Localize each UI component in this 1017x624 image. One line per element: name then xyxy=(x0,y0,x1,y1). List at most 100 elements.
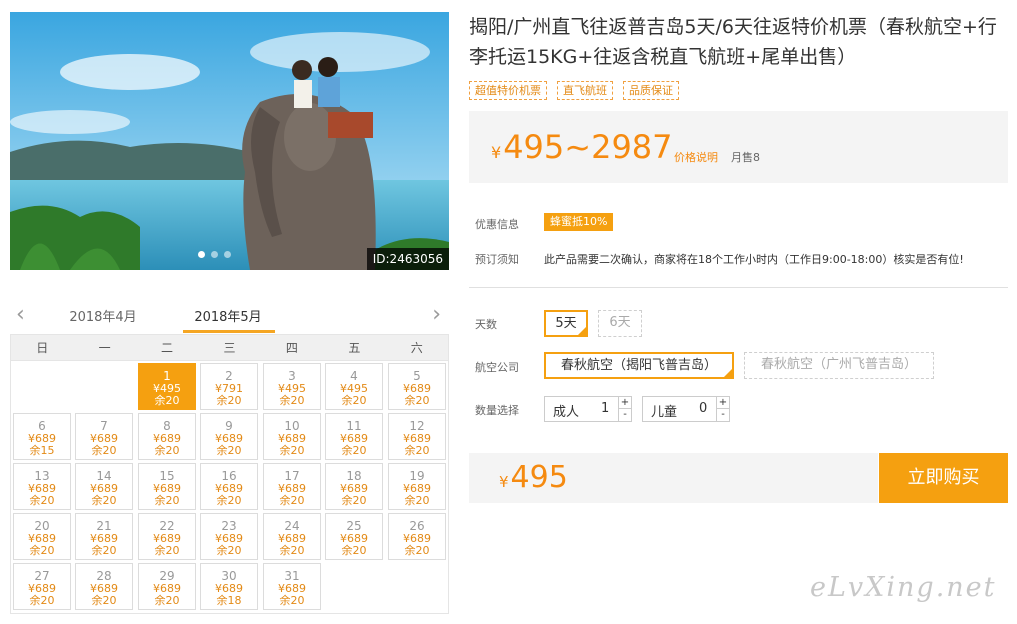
calendar-day[interactable]: 25 ¥689 余20 xyxy=(325,513,383,560)
tab-prev-month[interactable]: 2018年4月 xyxy=(58,306,148,325)
adult-minus-button[interactable]: - xyxy=(619,409,631,421)
carousel-dot[interactable] xyxy=(224,251,231,258)
day-stock: 余20 xyxy=(216,544,242,557)
child-count[interactable]: 0 xyxy=(699,401,707,416)
calendar-day[interactable]: 2 ¥791 余20 xyxy=(200,363,258,410)
calendar-day[interactable]: 29 ¥689 余20 xyxy=(138,563,196,610)
product-tag: 品质保证 xyxy=(623,81,679,100)
calendar-day[interactable]: 22 ¥689 余20 xyxy=(138,513,196,560)
day-stock: 余20 xyxy=(29,494,55,507)
day-stock: 余20 xyxy=(91,544,117,557)
calendar-day[interactable]: 18 ¥689 余20 xyxy=(325,463,383,510)
carousel-dot[interactable] xyxy=(211,251,218,258)
day-stock: 余20 xyxy=(154,394,180,407)
weekday-header: 日一二三四五六 xyxy=(11,335,448,361)
calendar-day[interactable]: 13 ¥689 余20 xyxy=(13,463,71,510)
calendar-day[interactable]: 4 ¥495 余20 xyxy=(325,363,383,410)
product-tag: 超值特价机票 xyxy=(469,81,547,100)
chevron-left-icon[interactable]: ‹ xyxy=(16,304,25,326)
calendar-day[interactable]: 24 ¥689 余20 xyxy=(263,513,321,560)
option-6-days[interactable]: 6天 xyxy=(598,310,642,337)
adult-plus-button[interactable]: + xyxy=(619,397,631,409)
day-stock: 余20 xyxy=(91,494,117,507)
calendar-day[interactable]: 1 ¥495 余20 xyxy=(138,363,196,410)
calendar-day[interactable]: 23 ¥689 余20 xyxy=(200,513,258,560)
image-id-label: ID:2463056 xyxy=(366,248,449,270)
day-stock: 余20 xyxy=(216,444,242,457)
adult-count[interactable]: 1 xyxy=(601,401,609,416)
calendar-day[interactable]: 7 ¥689 余20 xyxy=(75,413,133,460)
calendar-day[interactable]: 15 ¥689 余20 xyxy=(138,463,196,510)
selected-price-value: 495 xyxy=(510,460,568,495)
option-5-days[interactable]: 5天 xyxy=(544,310,588,337)
calendar-day[interactable]: 6 ¥689 余15 xyxy=(13,413,71,460)
airline-label: 航空公司 xyxy=(475,361,519,374)
day-stock: 余20 xyxy=(154,444,180,457)
weekday-label: 二 xyxy=(161,341,174,355)
calendar-header: ‹ 2018年4月 2018年5月 › xyxy=(10,300,449,334)
adult-quantity-stepper: 成人 1 + - xyxy=(544,396,632,422)
day-stock: 余20 xyxy=(279,394,305,407)
day-stock: 余20 xyxy=(341,444,367,457)
offers-label: 优惠信息 xyxy=(475,218,519,231)
calendar-day[interactable]: 26 ¥689 余20 xyxy=(388,513,446,560)
calendar-day[interactable]: 5 ¥689 余20 xyxy=(388,363,446,410)
calendar-day[interactable]: 27 ¥689 余20 xyxy=(13,563,71,610)
calendar-day[interactable]: 12 ¥689 余20 xyxy=(388,413,446,460)
day-stock: 余15 xyxy=(29,444,55,457)
calendar-day[interactable]: 14 ¥689 余20 xyxy=(75,463,133,510)
product-tags: 超值特价机票 直飞航班 品质保证 xyxy=(469,81,679,100)
currency-symbol: ¥ xyxy=(499,473,509,491)
child-quantity-stepper: 儿童 0 + - xyxy=(642,396,730,422)
day-stock: 余20 xyxy=(154,594,180,607)
day-stock: 余20 xyxy=(404,394,430,407)
calendar-day[interactable]: 20 ¥689 余20 xyxy=(13,513,71,560)
divider xyxy=(469,287,1008,288)
day-stock: 余20 xyxy=(341,494,367,507)
day-stock: 余20 xyxy=(29,594,55,607)
day-stock: 余20 xyxy=(341,394,367,407)
calendar-day[interactable]: 3 ¥495 余20 xyxy=(263,363,321,410)
option-airline-jieyang[interactable]: 春秋航空（揭阳飞普吉岛） xyxy=(544,352,734,379)
calendar-day[interactable]: 10 ¥689 余20 xyxy=(263,413,321,460)
booking-notice-text: 此产品需要二次确认，商家将在18个工作小时内（工作日9:00-18:00）核实是… xyxy=(544,253,964,266)
day-stock: 余20 xyxy=(154,544,180,557)
calendar-day[interactable]: 9 ¥689 余20 xyxy=(200,413,258,460)
adult-steps: + - xyxy=(618,397,631,421)
monthly-sales: 月售8 xyxy=(731,151,760,164)
carousel-dots xyxy=(198,251,231,258)
day-stock: 余20 xyxy=(216,494,242,507)
calendar-day[interactable]: 8 ¥689 余20 xyxy=(138,413,196,460)
currency-symbol: ¥ xyxy=(491,143,502,162)
weekday-label: 一 xyxy=(98,341,111,355)
option-airline-guangzhou[interactable]: 春秋航空（广州飞普吉岛） xyxy=(744,352,934,379)
price-explanation-link[interactable]: 价格说明 xyxy=(674,149,718,165)
day-stock: 余20 xyxy=(279,444,305,457)
day-stock: 余20 xyxy=(341,544,367,557)
calendar-day[interactable]: 17 ¥689 余20 xyxy=(263,463,321,510)
calendar-day[interactable]: 21 ¥689 余20 xyxy=(75,513,133,560)
selected-price: ¥495 xyxy=(499,461,568,499)
child-steps: + - xyxy=(716,397,729,421)
product-tag: 直飞航班 xyxy=(557,81,613,100)
day-stock: 余20 xyxy=(404,494,430,507)
carousel-dot[interactable] xyxy=(198,251,205,258)
calendar-day[interactable]: 16 ¥689 余20 xyxy=(200,463,258,510)
calendar-day[interactable]: 11 ¥689 余20 xyxy=(325,413,383,460)
quantity-label: 数量选择 xyxy=(475,404,519,417)
active-month-indicator xyxy=(183,330,275,333)
calendar-day[interactable]: 30 ¥689 余18 xyxy=(200,563,258,610)
promo-badge: 蜂蜜抵10% xyxy=(544,213,614,231)
calendar-day[interactable]: 19 ¥689 余20 xyxy=(388,463,446,510)
tab-current-month[interactable]: 2018年5月 xyxy=(183,306,273,325)
chevron-right-icon[interactable]: › xyxy=(432,304,441,326)
child-minus-button[interactable]: - xyxy=(717,409,729,421)
child-plus-button[interactable]: + xyxy=(717,397,729,409)
site-watermark: eLvXing.net xyxy=(810,572,997,603)
calendar-day[interactable]: 28 ¥689 余20 xyxy=(75,563,133,610)
day-stock: 余20 xyxy=(279,594,305,607)
product-photo[interactable]: ID:2463056 xyxy=(10,12,449,270)
weekday-label: 日 xyxy=(36,341,49,355)
buy-now-button[interactable]: 立即购买 xyxy=(879,453,1008,503)
calendar-day[interactable]: 31 ¥689 余20 xyxy=(263,563,321,610)
